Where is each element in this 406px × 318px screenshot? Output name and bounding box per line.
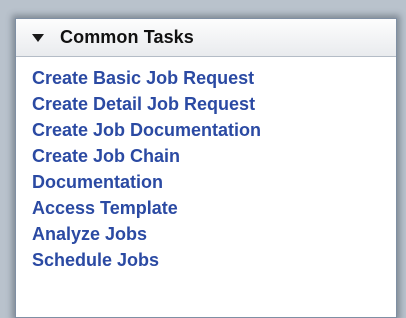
access-template-link[interactable]: Access Template [32,198,178,218]
list-item: Create Job Chain [32,143,396,169]
panel-title: Common Tasks [60,27,194,47]
create-job-documentation-link[interactable]: Create Job Documentation [32,120,261,140]
list-item: Create Detail Job Request [32,91,396,117]
create-detail-job-request-link[interactable]: Create Detail Job Request [32,94,255,114]
list-item: Analyze Jobs [32,221,396,247]
panel-header[interactable]: Common Tasks [16,19,396,57]
task-list: Create Basic Job Request Create Detail J… [16,57,396,273]
create-basic-job-request-link[interactable]: Create Basic Job Request [32,68,254,88]
list-item: Schedule Jobs [32,247,396,273]
list-item: Create Basic Job Request [32,65,396,91]
common-tasks-panel: Common Tasks Create Basic Job Request Cr… [15,18,397,318]
list-item: Documentation [32,169,396,195]
collapse-triangle-icon[interactable] [32,34,44,42]
list-item: Create Job Documentation [32,117,396,143]
schedule-jobs-link[interactable]: Schedule Jobs [32,250,159,270]
documentation-link[interactable]: Documentation [32,172,163,192]
list-item: Access Template [32,195,396,221]
analyze-jobs-link[interactable]: Analyze Jobs [32,224,147,244]
create-job-chain-link[interactable]: Create Job Chain [32,146,180,166]
